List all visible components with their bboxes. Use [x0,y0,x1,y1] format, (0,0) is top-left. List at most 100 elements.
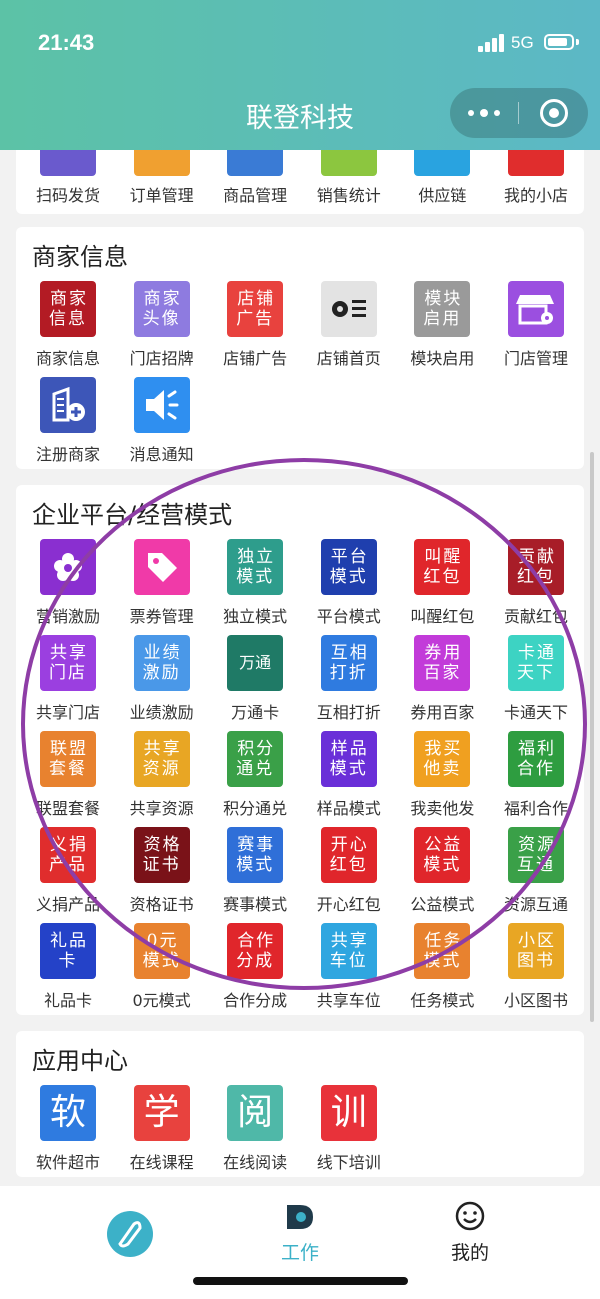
grid-item[interactable]: 我买 他卖 我卖他发 [393,731,487,827]
grid-item[interactable]: 共享 车位 共享车位 [300,923,394,1015]
grid-item[interactable]: 独立 模式 独立模式 [206,539,300,635]
grid-item[interactable]: 小区 图书 小区图书 [487,923,581,1015]
tile-text: 软 [49,1092,86,1133]
grid-item[interactable]: 营销激励 [19,539,113,635]
enterprise-section-title: 企业平台/经营模式 [32,501,233,529]
tile-icon: 独立 模式 [227,539,284,595]
network-type: 5G [511,33,534,52]
grid-item[interactable]: 消息通知 [113,377,207,469]
grid-item-label: 贡献红包 [503,607,568,626]
tile-text: 平台 模式 [329,547,369,587]
tile-icon: 商家 信息 [40,281,96,337]
grid-item[interactable]: 店铺 广告 店铺广告 [206,281,300,377]
close-target-icon[interactable] [540,99,568,127]
tab-work[interactable]: 工作 [240,1186,360,1286]
grid-item[interactable]: 互相 打折 互相打折 [300,635,394,731]
tab-mine[interactable]: 我的 [410,1186,530,1286]
tile-text: 叫醒 红包 [423,547,463,587]
grid-item[interactable]: 赛事 模式 赛事模式 [206,827,300,923]
tile-icon: 0元 模式 [133,923,190,979]
tile-text: 资源 互通 [517,835,556,875]
grid-item[interactable]: 扫码发货 [19,120,113,214]
grid-item[interactable]: 0元 模式 0元模式 [113,923,207,1015]
grid-item[interactable]: 商家 信息 商家信息 [19,281,113,377]
register-building-icon [40,377,96,433]
grid-item[interactable]: 店铺首页 [300,281,394,377]
tab-home[interactable] [70,1186,190,1286]
grid-item[interactable]: 销售统计 [300,120,394,214]
grid-item[interactable]: 共享 资源 共享资源 [113,731,207,827]
grid-item[interactable]: 商家 头像 门店招牌 [113,281,207,377]
grid-item-label: 资源互通 [503,895,568,914]
grid-item[interactable]: 门店管理 [487,281,581,377]
tile-text: 万通 [239,653,272,672]
tile-icon: 训 [320,1085,377,1141]
grid-item[interactable]: 资格 证书 资格证书 [113,827,207,923]
grid-item[interactable]: 义捐 产品 义捐产品 [19,827,113,923]
flower-icon [40,539,96,595]
tile-icon: 共享 门店 [40,635,96,691]
tile-text: 赛事 模式 [236,835,276,875]
top-header: 21:43 5G 联登科技 [0,0,600,150]
status-time: 21:43 [38,30,95,55]
grid-item[interactable]: 万通 万通卡 [206,635,300,731]
grid-item[interactable]: 学在线课程 [113,1085,207,1177]
tile-icon: 店铺 广告 [227,281,284,337]
grid-item-label: 小区图书 [503,991,568,1010]
tile-icon: 万通 [227,635,284,691]
grid-item[interactable]: 平台 模式 平台模式 [300,539,394,635]
grid-item[interactable]: 商品管理 [206,120,300,214]
grid-item[interactable]: 阅在线阅读 [206,1085,300,1177]
tile-icon: 学 [133,1085,190,1141]
tile-text: 样品 模式 [329,739,369,779]
grid-item[interactable]: 卡通 天下 卡通天下 [487,635,581,731]
tab-mine-label: 我的 [450,1242,489,1264]
grid-item[interactable]: 公益 模式 公益模式 [393,827,487,923]
tile-icon: 阅 [227,1085,284,1141]
grid-item[interactable]: 票券管理 [113,539,207,635]
grid-item-label: 消息通知 [129,445,194,464]
grid-item[interactable]: 业绩 激励 业绩激励 [113,635,207,731]
grid-item[interactable]: 合作 分成 合作分成 [206,923,300,1015]
grid-item[interactable]: 模块 启用 模块启用 [393,281,487,377]
app-center-title: 应用中心 [32,1047,128,1075]
tile-icon: 共享 车位 [320,923,377,979]
battery-tip [576,39,579,45]
grid-item[interactable]: 任务 模式 任务模式 [393,923,487,1015]
grid-item[interactable]: 样品 模式 样品模式 [300,731,394,827]
app-center-card: 应用中心 软软件超市学在线课程阅在线阅读训线下培训 [16,1031,584,1177]
work-icon [287,1205,313,1229]
grid-item[interactable]: 资源 互通 资源互通 [487,827,581,923]
grid-item[interactable]: 供应链 [393,120,487,214]
grid-item[interactable]: 积分 通兑 积分通兑 [206,731,300,827]
grid-item[interactable]: 福利 合作 福利合作 [487,731,581,827]
grid-item[interactable]: 贡献 红包 贡献红包 [487,539,581,635]
tile-text: 积分 通兑 [236,739,276,779]
scrollbar[interactable] [590,452,594,1022]
tile-text: 贡献 红包 [517,547,556,587]
tile-icon: 模块 启用 [414,281,471,337]
grid-item[interactable]: 共享 门店 共享门店 [19,635,113,731]
grid-item[interactable]: 训线下培训 [300,1085,394,1177]
tile-text: 卡通 天下 [517,643,556,683]
signal-icon [478,34,506,52]
grid-item[interactable]: 开心 红包 开心红包 [300,827,394,923]
grid-item[interactable]: 软软件超市 [19,1085,113,1177]
grid-item[interactable]: 订单管理 [113,120,207,214]
tile-icon: 互相 打折 [320,635,377,691]
grid-item[interactable]: 注册商家 [19,377,113,469]
grid-item[interactable]: 我的小店 [487,120,581,214]
tile-icon: 我买 他卖 [414,731,471,787]
more-icon[interactable] [468,106,502,120]
speaker-icon [133,377,190,433]
grid-item-label: 卡通天下 [503,703,568,722]
grid-item-label: 我的小店 [503,186,568,205]
home-logo-icon [107,1211,153,1257]
grid-item[interactable]: 礼品 卡礼品卡 [19,923,113,1015]
grid-item[interactable]: 叫醒 红包 叫醒红包 [393,539,487,635]
grid-item[interactable]: 券用 百家 券用百家 [393,635,487,731]
grid-item-label: 门店管理 [503,349,568,368]
grid-item[interactable]: 联盟 套餐 联盟套餐 [19,731,113,827]
tile-icon: 平台 模式 [320,539,377,595]
tile-text: 店铺 广告 [236,289,276,329]
